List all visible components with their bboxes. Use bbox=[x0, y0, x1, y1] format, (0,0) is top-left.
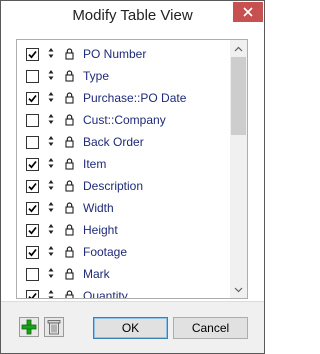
dialog-footer: OK Cancel bbox=[1, 301, 264, 353]
column-checkbox[interactable] bbox=[26, 48, 39, 61]
column-checkbox[interactable] bbox=[26, 290, 39, 298]
up-down-arrow-icon[interactable] bbox=[48, 156, 54, 170]
close-icon bbox=[243, 7, 253, 17]
up-down-arrow-icon[interactable] bbox=[48, 244, 54, 258]
list-item[interactable]: PO Number bbox=[17, 44, 227, 66]
up-down-arrow-icon[interactable] bbox=[48, 46, 54, 60]
lock-icon bbox=[65, 113, 74, 126]
add-column-button[interactable] bbox=[19, 317, 39, 337]
lock-icon bbox=[65, 91, 74, 104]
column-list[interactable]: PO NumberTypePurchase::PO DateCust::Comp… bbox=[16, 39, 248, 299]
column-checkbox[interactable] bbox=[26, 246, 39, 259]
checkmark-icon bbox=[28, 160, 37, 169]
lock-icon bbox=[65, 179, 74, 192]
up-down-arrow-icon[interactable] bbox=[48, 266, 54, 280]
lock-icon bbox=[65, 245, 74, 258]
lock-icon bbox=[65, 69, 74, 82]
up-down-arrow-icon[interactable] bbox=[48, 134, 54, 148]
column-label: Width bbox=[83, 201, 114, 215]
scroll-up-button[interactable] bbox=[230, 40, 247, 57]
dialog-title: Modify Table View bbox=[72, 7, 193, 24]
list-item[interactable]: Width bbox=[17, 198, 227, 220]
close-button[interactable] bbox=[233, 2, 263, 22]
up-down-arrow-icon[interactable] bbox=[48, 112, 54, 126]
checkmark-icon bbox=[28, 248, 37, 257]
checkmark-icon bbox=[28, 226, 37, 235]
checkmark-icon bbox=[28, 204, 37, 213]
up-down-arrow-icon[interactable] bbox=[48, 90, 54, 104]
lock-icon bbox=[65, 157, 74, 170]
list-item[interactable]: Item bbox=[17, 154, 227, 176]
column-label: Type bbox=[83, 69, 110, 83]
lock-icon bbox=[65, 135, 74, 148]
list-item[interactable]: Back Order bbox=[17, 132, 227, 154]
chevron-down-icon bbox=[234, 287, 243, 292]
column-checkbox[interactable] bbox=[26, 158, 39, 171]
scrollbar-thumb[interactable] bbox=[231, 57, 246, 135]
column-checkbox[interactable] bbox=[26, 136, 39, 149]
list-item[interactable]: Height bbox=[17, 220, 227, 242]
list-item[interactable]: Quantity bbox=[17, 286, 227, 299]
column-checkbox[interactable] bbox=[26, 114, 39, 127]
list-item[interactable]: Description bbox=[17, 176, 227, 198]
list-item[interactable]: Mark bbox=[17, 264, 227, 286]
lock-icon bbox=[65, 201, 74, 214]
column-checkbox[interactable] bbox=[26, 70, 39, 83]
title-bar: Modify Table View bbox=[1, 1, 264, 33]
column-checkbox[interactable] bbox=[26, 268, 39, 281]
column-label: Height bbox=[83, 223, 118, 237]
up-down-arrow-icon[interactable] bbox=[48, 200, 54, 214]
lock-icon bbox=[65, 267, 74, 280]
checkmark-icon bbox=[28, 94, 37, 103]
checkmark-icon bbox=[28, 50, 37, 59]
column-checkbox[interactable] bbox=[26, 202, 39, 215]
up-down-arrow-icon[interactable] bbox=[48, 222, 54, 236]
column-checkbox[interactable] bbox=[26, 224, 39, 237]
column-label: Quantity bbox=[83, 289, 128, 299]
column-label: Purchase::PO Date bbox=[83, 91, 187, 105]
trash-icon bbox=[47, 320, 61, 335]
modify-table-view-dialog: Modify Table View PO Number Type Purchase:… bbox=[0, 0, 265, 354]
column-label: Description bbox=[83, 179, 144, 193]
list-item[interactable]: Type bbox=[17, 66, 227, 88]
add-column-icon bbox=[21, 319, 37, 335]
column-checkbox[interactable] bbox=[26, 92, 39, 105]
delete-column-button[interactable] bbox=[44, 317, 64, 337]
chevron-up-icon bbox=[234, 46, 243, 51]
column-label: Item bbox=[83, 157, 107, 171]
list-item[interactable]: Purchase::PO Date bbox=[17, 88, 227, 110]
column-label: Footage bbox=[83, 245, 128, 259]
column-label: Cust::Company bbox=[83, 113, 166, 127]
column-rows: PO NumberTypePurchase::PO DateCust::Comp… bbox=[17, 44, 227, 299]
up-down-arrow-icon[interactable] bbox=[48, 68, 54, 82]
cancel-button[interactable]: Cancel bbox=[173, 317, 248, 339]
ok-button[interactable]: OK bbox=[93, 317, 168, 339]
up-down-arrow-icon[interactable] bbox=[48, 178, 54, 192]
column-label: Back Order bbox=[83, 135, 144, 149]
vertical-scrollbar[interactable] bbox=[230, 40, 247, 298]
scroll-down-button[interactable] bbox=[230, 281, 247, 298]
lock-icon bbox=[65, 223, 74, 236]
column-checkbox[interactable] bbox=[26, 180, 39, 193]
list-item[interactable]: Footage bbox=[17, 242, 227, 264]
checkmark-icon bbox=[28, 292, 37, 298]
checkmark-icon bbox=[28, 182, 37, 191]
column-label: Mark bbox=[83, 267, 110, 281]
lock-icon bbox=[65, 47, 74, 60]
lock-icon bbox=[65, 289, 74, 298]
up-down-arrow-icon[interactable] bbox=[48, 288, 54, 298]
column-label: PO Number bbox=[83, 47, 147, 61]
list-item[interactable]: Cust::Company bbox=[17, 110, 227, 132]
